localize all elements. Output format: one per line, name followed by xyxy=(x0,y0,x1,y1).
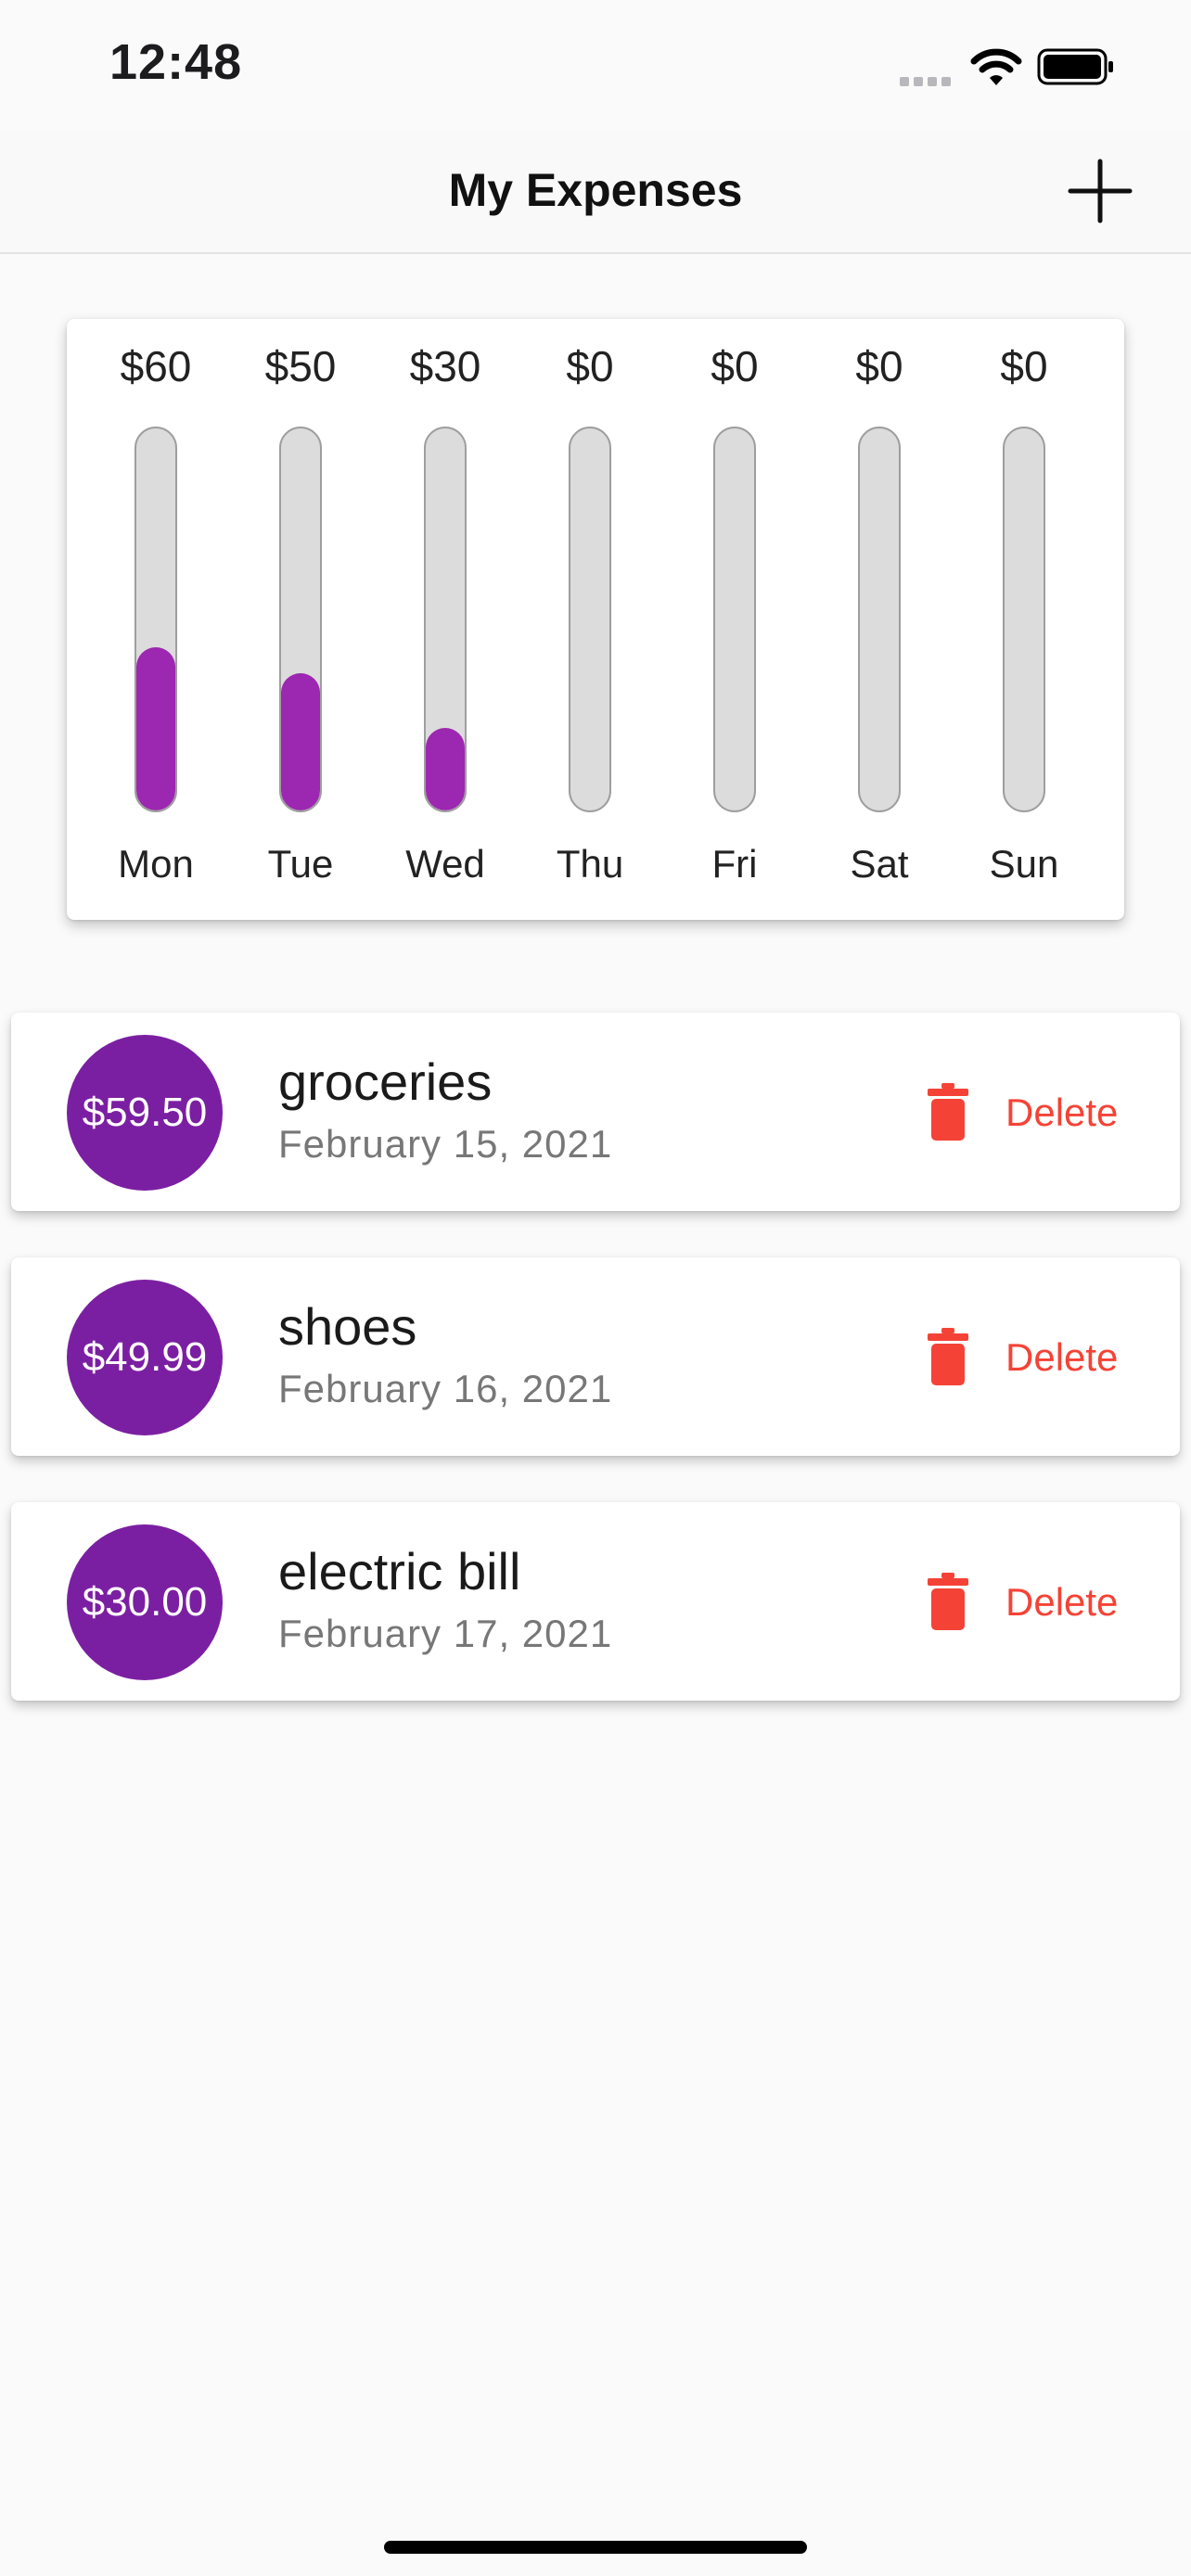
bar-amount-label: $50 xyxy=(264,342,337,390)
transaction-title: shoes xyxy=(278,1297,417,1356)
battery-icon xyxy=(1037,48,1113,85)
amount-avatar: $30.00 xyxy=(67,1524,223,1680)
wifi-icon xyxy=(970,48,1022,85)
bar-day-label: Mon xyxy=(118,842,194,886)
bar-fill xyxy=(281,673,320,810)
cellular-signal-icon xyxy=(900,74,955,86)
transaction-date: February 16, 2021 xyxy=(278,1367,613,1410)
transaction-card: $49.99 shoes February 16, 2021 Delete xyxy=(11,1257,1180,1456)
app-bar: My Expenses xyxy=(0,130,1191,254)
amount-avatar: $59.50 xyxy=(67,1035,223,1191)
bar-amount-label: $60 xyxy=(120,342,192,390)
transaction-title: electric bill xyxy=(278,1542,521,1600)
bar-track xyxy=(134,427,177,812)
chart-bar-sun: $0 Sun xyxy=(952,319,1096,920)
bar-amount-label: $0 xyxy=(566,342,614,390)
status-bar: 12:48 xyxy=(0,0,1191,130)
chart-bar-mon: $60 Mon xyxy=(83,319,228,920)
bar-day-label: Tue xyxy=(267,842,334,886)
home-indicator xyxy=(384,2541,807,2554)
plus-icon xyxy=(1068,159,1133,223)
weekly-spending-chart: $60 Mon $50 Tue $30 Wed $0 Thu $0 Fri $0 Sat $0 Sun xyxy=(67,319,1124,920)
add-expense-button[interactable] xyxy=(1067,158,1133,224)
delete-label: Delete xyxy=(1005,1090,1119,1134)
delete-button[interactable]: Delete xyxy=(911,1573,1133,1632)
transaction-card: $30.00 electric bill February 17, 2021 Dele… xyxy=(11,1502,1180,1701)
chart-bar-thu: $0 Thu xyxy=(518,319,662,920)
bar-fill xyxy=(426,728,465,810)
chart-bar-wed: $30 Wed xyxy=(373,319,518,920)
bar-amount-label: $0 xyxy=(855,342,903,390)
bar-track xyxy=(424,427,467,812)
bar-fill xyxy=(136,647,175,810)
chart-bar-tue: $50 Tue xyxy=(228,319,373,920)
bar-track xyxy=(569,427,611,812)
chart-bar-fri: $0 Fri xyxy=(662,319,807,920)
bar-amount-label: $0 xyxy=(711,342,759,390)
trash-icon xyxy=(928,1083,968,1141)
bar-track xyxy=(713,427,756,812)
bar-amount-label: $0 xyxy=(1000,342,1048,390)
chart-bar-sat: $0 Sat xyxy=(807,319,952,920)
delete-label: Delete xyxy=(1005,1580,1119,1624)
bar-day-label: Sat xyxy=(850,842,909,886)
transaction-date: February 15, 2021 xyxy=(278,1122,613,1166)
transaction-date: February 17, 2021 xyxy=(278,1612,613,1655)
bar-day-label: Wed xyxy=(405,842,485,886)
bar-day-label: Sun xyxy=(989,842,1059,886)
transaction-card: $59.50 groceries February 15, 2021 Delete xyxy=(11,1013,1180,1211)
status-time: 12:48 xyxy=(109,34,243,90)
bar-day-label: Thu xyxy=(556,842,624,886)
bar-track xyxy=(858,427,901,812)
transaction-title: groceries xyxy=(278,1052,493,1111)
delete-button[interactable]: Delete xyxy=(911,1328,1133,1387)
delete-label: Delete xyxy=(1005,1335,1119,1379)
bar-amount-label: $30 xyxy=(409,342,481,390)
trash-icon xyxy=(928,1573,968,1630)
bar-track xyxy=(279,427,322,812)
page-title: My Expenses xyxy=(448,164,743,216)
trash-icon xyxy=(928,1328,968,1385)
amount-avatar: $49.99 xyxy=(67,1280,223,1435)
bar-day-label: Fri xyxy=(711,842,758,886)
bar-track xyxy=(1003,427,1045,812)
delete-button[interactable]: Delete xyxy=(911,1083,1133,1142)
